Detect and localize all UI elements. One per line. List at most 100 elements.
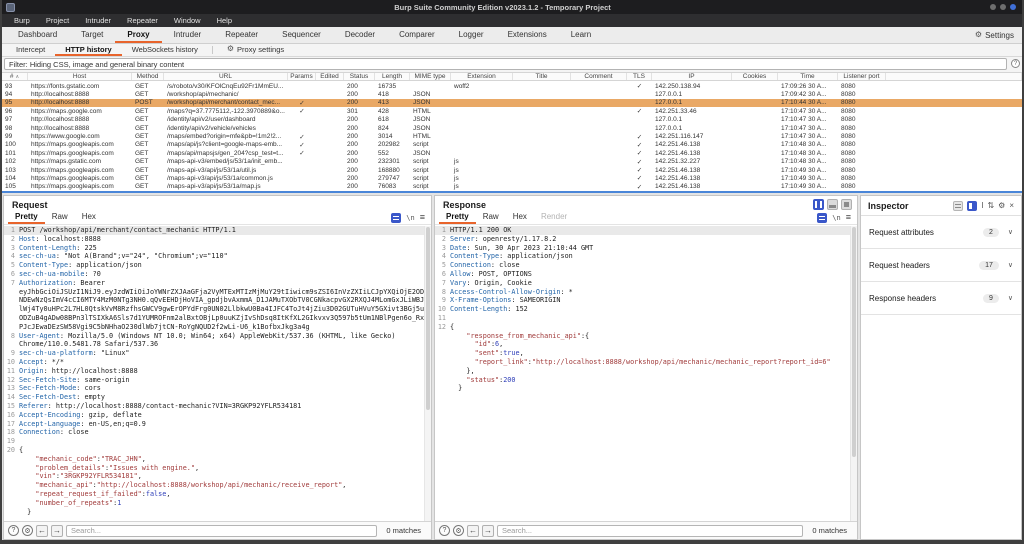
table-row[interactable]: 101https://maps.googleapis.comGET/maps/a… <box>2 149 1022 157</box>
syntax-highlight-icon[interactable] <box>817 213 827 223</box>
table-row[interactable]: 96https://maps.google.comGET/maps?q=37.7… <box>2 107 1022 115</box>
view-tab-pretty[interactable]: Pretty <box>8 211 45 224</box>
column-header-comment[interactable]: Comment <box>571 73 627 80</box>
side-by-side-layout-icon[interactable] <box>813 199 824 210</box>
close-icon[interactable] <box>1010 4 1016 10</box>
column-header-status[interactable]: Status <box>344 73 375 80</box>
tab-repeater[interactable]: Repeater <box>213 27 270 43</box>
inspector-panel-layout-icon[interactable] <box>967 201 977 211</box>
code-text: Access-Control-Allow-Origin: * <box>450 288 573 297</box>
table-row[interactable]: 98http://localhost:8888GET/identity/api/… <box>2 124 1022 132</box>
collapse-expand-icon[interactable]: ⇅ <box>987 202 994 210</box>
tab-intruder[interactable]: Intruder <box>162 27 214 43</box>
menu-item-repeater[interactable]: Repeater <box>119 14 166 27</box>
tab-sequencer[interactable]: Sequencer <box>270 27 333 43</box>
tab-dashboard[interactable]: Dashboard <box>6 27 69 43</box>
tab-proxy[interactable]: Proxy <box>115 27 161 43</box>
menu-item-window[interactable]: Window <box>166 14 209 27</box>
sub-tab-http-history[interactable]: HTTP history <box>55 44 122 56</box>
column-header-params[interactable]: Params <box>288 73 316 80</box>
column-header-listener-port[interactable]: Listener port <box>838 73 886 80</box>
help-icon[interactable]: ? <box>8 525 19 536</box>
table-row[interactable]: 104https://maps.googleapis.comGET/maps-a… <box>2 174 1022 182</box>
maximize-icon[interactable] <box>1000 4 1006 10</box>
column-header-ip[interactable]: IP <box>652 73 732 80</box>
menu-item-intruder[interactable]: Intruder <box>77 14 119 27</box>
view-tab-hex[interactable]: Hex <box>506 211 534 224</box>
editor-menu-icon[interactable]: ≡ <box>846 213 851 222</box>
tab-learn[interactable]: Learn <box>559 27 603 43</box>
table-row[interactable]: 103https://maps.googleapis.comGET/maps-a… <box>2 166 1022 174</box>
tab-decoder[interactable]: Decoder <box>333 27 387 43</box>
help-icon[interactable]: ? <box>439 525 450 536</box>
column-header-extension[interactable]: Extension <box>451 73 513 80</box>
line-number <box>4 323 19 332</box>
request-scrollbar[interactable] <box>424 226 431 521</box>
menu-item-burp[interactable]: Burp <box>6 14 38 27</box>
column-header-host[interactable]: Host <box>28 73 132 80</box>
column-header-time[interactable]: Time <box>778 73 838 80</box>
sub-tab-proxy-settings[interactable]: ⚙Proxy settings <box>217 44 294 56</box>
tab-logger[interactable]: Logger <box>447 27 496 43</box>
syntax-highlight-icon[interactable] <box>391 213 401 223</box>
table-row[interactable]: 93https://fonts.gstatic.comGET/s/roboto/… <box>2 82 1022 90</box>
show-newlines-icon[interactable]: \n <box>832 214 840 222</box>
scrollbar-thumb[interactable] <box>852 227 856 457</box>
response-scrollbar[interactable] <box>850 226 857 521</box>
single-pane-layout-icon[interactable] <box>841 199 852 210</box>
prev-match-button[interactable]: ← <box>36 525 48 537</box>
stacked-layout-icon[interactable] <box>827 199 838 210</box>
column-header-tls[interactable]: TLS <box>627 73 652 80</box>
inspector-section-response-headers[interactable]: Response headers9∨ <box>861 282 1021 315</box>
column-header-length[interactable]: Length <box>375 73 410 80</box>
table-row[interactable]: 100https://maps.googleapis.comGET/maps/a… <box>2 141 1022 149</box>
column-header-edited[interactable]: Edited <box>316 73 344 80</box>
table-row[interactable]: 94http://localhost:8888GET/workshop/api/… <box>2 90 1022 98</box>
help-icon[interactable]: ? <box>1011 59 1020 68</box>
table-row[interactable]: 102https://maps.gstatic.comGET/maps-api-… <box>2 158 1022 166</box>
editor-menu-icon[interactable]: ≡ <box>420 213 425 222</box>
gear-icon[interactable]: ⚙ <box>453 525 464 536</box>
search-input[interactable] <box>66 525 377 537</box>
tab-target[interactable]: Target <box>69 27 115 43</box>
tab-comparer[interactable]: Comparer <box>387 27 447 43</box>
view-tab-hex[interactable]: Hex <box>75 211 103 224</box>
column-header-method[interactable]: Method <box>132 73 164 80</box>
table-row[interactable]: 99https://www.google.comGET/maps/embed?o… <box>2 132 1022 140</box>
response-editor[interactable]: 1HTTP/1.1 200 OK2Server: openresty/1.17.… <box>435 226 857 521</box>
column-header-#[interactable]: #∧ <box>2 73 28 80</box>
request-editor[interactable]: 1POST /workshop/api/merchant/contact_mec… <box>4 226 431 521</box>
sub-tab-websockets-history[interactable]: WebSockets history <box>122 44 208 56</box>
column-header-cookies[interactable]: Cookies <box>732 73 778 80</box>
gear-icon[interactable]: ⚙ <box>22 525 33 536</box>
view-tab-render[interactable]: Render <box>534 211 574 224</box>
menu-item-project[interactable]: Project <box>38 14 77 27</box>
scrollbar-thumb[interactable] <box>426 227 430 410</box>
filter-input[interactable]: Filter: Hiding CSS, image and general bi… <box>4 58 1007 70</box>
sub-tab-intercept[interactable]: Intercept <box>6 44 55 56</box>
column-header-url[interactable]: URL <box>164 73 288 80</box>
gear-icon[interactable]: ⚙ <box>998 202 1005 210</box>
column-header-title[interactable]: Title <box>513 73 571 80</box>
view-tab-raw[interactable]: Raw <box>45 211 75 224</box>
inspector-dock-icon[interactable] <box>953 201 963 211</box>
text-cursor-icon[interactable]: I <box>981 202 983 210</box>
next-match-button[interactable]: → <box>51 525 63 537</box>
inspector-section-request-headers[interactable]: Request headers17∨ <box>861 249 1021 282</box>
view-tab-pretty[interactable]: Pretty <box>439 211 476 224</box>
minimize-icon[interactable] <box>990 4 996 10</box>
next-match-button[interactable]: → <box>482 525 494 537</box>
show-newlines-icon[interactable]: \n <box>406 214 414 222</box>
tab-extensions[interactable]: Extensions <box>496 27 559 43</box>
close-icon[interactable]: × <box>1009 202 1014 210</box>
table-row[interactable]: 95http://localhost:8888POST/workshop/api… <box>2 99 1022 107</box>
prev-match-button[interactable]: ← <box>467 525 479 537</box>
column-header-mime-type[interactable]: MIME type <box>410 73 451 80</box>
search-input[interactable] <box>497 525 803 537</box>
settings-button[interactable]: ⚙ Settings <box>975 27 1014 43</box>
view-tab-raw[interactable]: Raw <box>476 211 506 224</box>
menu-item-help[interactable]: Help <box>209 14 240 27</box>
inspector-section-request-attributes[interactable]: Request attributes2∨ <box>861 216 1021 249</box>
table-row[interactable]: 97http://localhost:8888GET/identity/api/… <box>2 116 1022 124</box>
table-row[interactable]: 105https://maps.googleapis.comGET/maps-a… <box>2 183 1022 191</box>
